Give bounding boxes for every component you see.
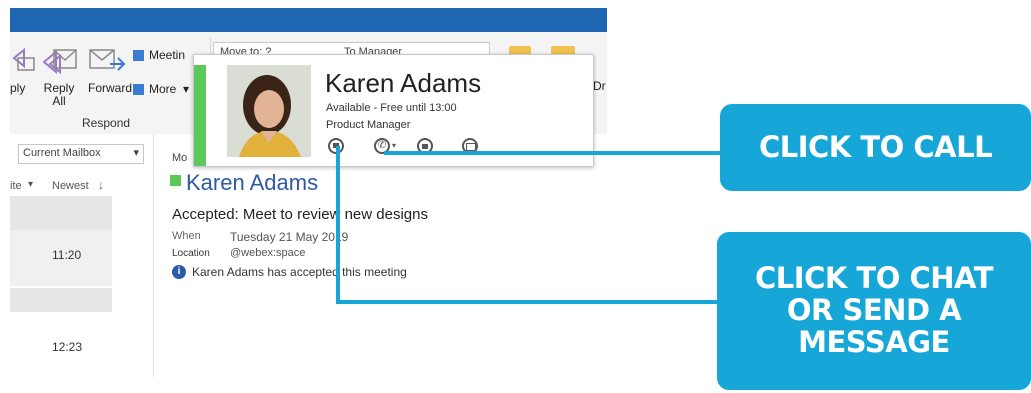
arrow-down-icon: ↓ [98,178,104,192]
reply-all-icon [42,49,77,75]
title-bar [10,8,607,32]
sender-name[interactable]: Karen Adams [186,170,318,196]
presence-bar [194,65,206,166]
list-item[interactable]: 11:20 [10,230,112,286]
call-connector-line [384,151,721,155]
envelope-shape [466,143,476,151]
click-to-chat-text-line3: MESSAGE [798,325,950,359]
click-to-chat-text-line1: CLICK TO CHAT [755,261,993,295]
reply-all-button[interactable] [40,42,84,82]
respond-group-label: Respond [82,116,131,130]
chevron-down-icon[interactable]: ▾ [392,141,396,150]
more-label: More [149,82,177,96]
reply-button[interactable] [10,44,36,80]
chat-connector-horizontal [336,300,722,304]
list-item[interactable] [10,196,112,230]
sort-by-label[interactable]: ite [10,180,22,192]
mail-list-pane: Current Mailbox ▾ ite ▾ Newest ↓ 11:20 1… [10,134,153,377]
reading-pane: Mo Karen Adams Accepted: Meet to review … [153,134,608,377]
ribbon-right-label: Dr [593,79,606,93]
chat-connector-vertical [336,146,340,304]
chevron-down-icon: ▾ [28,179,34,190]
more-partial-label: Mo [172,152,188,164]
meeting-icon [133,50,144,61]
reply-all-label: Reply All [43,81,75,108]
chevron-down-icon: ▾ [183,82,190,96]
message-subject: Accepted: Meet to review new designs [172,206,428,223]
chevron-down-icon: ▾ [133,147,139,159]
list-item[interactable] [10,288,112,312]
list-item[interactable]: 12:23 [10,314,112,374]
more-icon [133,84,144,95]
mailbox-scope-label: Current Mailbox [23,147,101,159]
video-shape [422,144,428,149]
forward-label: Forward [87,81,132,95]
list-item-time: 11:20 [52,248,82,262]
location-value: @webex:space [230,247,306,259]
reply-label: ply [10,81,26,95]
forward-icon [89,49,126,71]
profile-photo-icon [227,65,311,157]
click-to-call-callout: CLICK TO CALL [720,104,1031,191]
mailbox-scope-dropdown[interactable]: Current Mailbox ▾ [18,144,144,164]
click-to-chat-callout: CLICK TO CHAT OR SEND A MESSAGE [717,232,1031,390]
presence-indicator [170,175,181,186]
info-icon: i [172,265,186,279]
when-label: When [172,230,201,242]
location-label: Location [172,248,210,259]
contact-name: Karen Adams [325,68,482,98]
list-item-time: 12:23 [52,340,83,354]
contact-presence: Available - Free until 13:00 [326,102,457,114]
reply-icon [12,47,35,71]
click-to-chat-text-line2: OR SEND A [786,293,962,327]
click-to-call-text: CLICK TO CALL [758,130,993,164]
phone-glyph: ✆ [378,140,387,151]
forward-button[interactable] [86,42,130,82]
contact-title: Product Manager [326,119,411,131]
sort-order-label[interactable]: Newest [52,180,89,192]
meeting-label: Meetin [149,48,186,62]
info-text: Karen Adams has accepted this meeting [192,265,407,279]
avatar[interactable] [227,65,311,157]
when-value: Tuesday 21 May 2019 [230,230,349,244]
